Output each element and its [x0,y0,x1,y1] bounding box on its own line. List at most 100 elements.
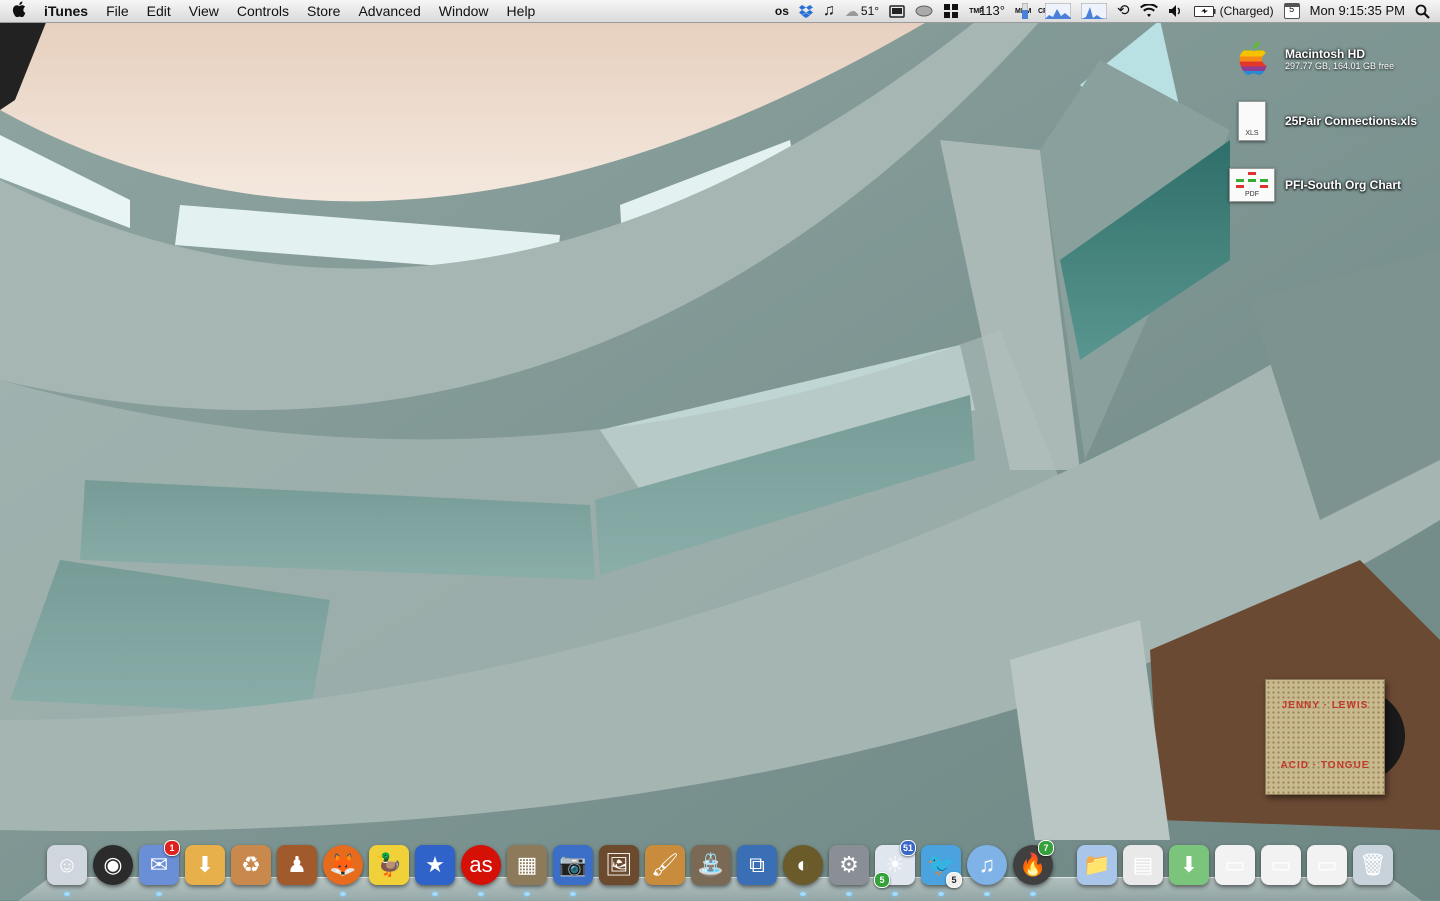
apple-menu-icon[interactable] [0,1,38,21]
menu-help[interactable]: Help [498,0,545,22]
cpu-temp-status[interactable]: TMP 113° [964,0,1010,22]
dock-item-minimized-window-3[interactable]: ▭ [1304,842,1350,888]
cpu-label: CPU [1038,8,1053,15]
dock-item-chess[interactable]: ♟ [274,842,320,888]
volume-icon[interactable] [1163,4,1189,18]
dock-item-image-capture[interactable]: 📷 [550,842,596,896]
dock-item-minimized-window-1[interactable]: ▭ [1212,842,1258,888]
dock-item-dashboard[interactable]: ◉ [90,842,136,888]
dock-item-finder[interactable]: ☺ [44,842,90,896]
dock-item-minimized-window-2[interactable]: ▭ [1258,842,1304,888]
documents-stack-icon: 📁 [1077,845,1117,885]
time-machine-icon[interactable]: ⟲ [1112,0,1135,22]
dock-item-wishing-well[interactable]: ⛲ [688,842,734,888]
dock-item-twitter[interactable]: 🐦 5 [918,842,964,896]
dashboard-icon: ◉ [93,845,133,885]
menu-controls[interactable]: Controls [228,0,298,22]
desktop-icon-25pair-connections[interactable]: XLS 25Pair Connections.xls [1227,96,1417,146]
dock-item-clock[interactable]: ◐ [780,842,826,896]
now-playing-album-art[interactable]: JENNY · LEWIS ACID · TONGUE [1265,679,1385,795]
lastfm-status-icon[interactable]: os [770,0,794,22]
dock-badge: 51 [900,840,916,856]
memory-meter[interactable]: MEM [1010,3,1033,19]
dock-item-iphoto[interactable]: 🖼 [596,842,642,888]
menu-file[interactable]: File [97,0,138,22]
lastfm-icon: as [461,845,501,885]
display-icon[interactable] [884,4,910,18]
dock-item-vmware[interactable]: ⧉ [734,842,780,888]
cpu-temp: 113° [979,3,1005,18]
dock-separator[interactable] [1056,842,1074,888]
dock-item-preview[interactable]: 🖌 [642,842,688,888]
dock-item-org-chart-stack[interactable]: ▤ [1120,842,1166,888]
desktop-icon-pfi-south-org-chart[interactable]: PDF PFI-South Org Chart [1227,160,1401,210]
dock: ☺ ◉ ✉ 1 ⬇ ♻ ♟ 🦊 🦆 ★ as ▦ 📷 🖼 🖌 ⛲ ⧉ ◐ ⚙ ☀ 51 5 🐦 5 ♫ 🔥 7 📁 ▤ ⬇ ▭ ▭ ▭ 🗑 [44,838,1396,896]
desktop-icon-label: PFI-South Org Chart [1285,178,1401,192]
cloud-icon: ☁ [844,3,859,19]
dock-item-documents-stack[interactable]: 📁 [1074,842,1120,888]
dock-item-trash[interactable]: 🗑 [1350,842,1396,888]
network-meter[interactable] [1076,3,1112,19]
dock-item-campfire[interactable]: 🔥 7 [1010,840,1056,896]
cpu-meter[interactable]: CPU [1033,3,1076,19]
dock-item-lastfm[interactable]: as [458,842,504,896]
album-artist-text: JENNY · LEWIS [1281,700,1369,711]
clock[interactable]: Mon 9:15:35 PM [1305,0,1410,22]
istat-grid-icon[interactable] [938,3,964,19]
battery-icon [1193,5,1216,17]
dock-item-downloader[interactable]: ⬇ [182,842,228,888]
dock-item-itunes[interactable]: ♫ [964,842,1010,896]
album-art-pattern [1266,680,1384,794]
menu-edit[interactable]: Edit [138,0,180,22]
dock-badge: 1 [164,840,180,856]
image-capture-icon: 📷 [553,845,593,885]
menu-app-name[interactable]: iTunes [38,0,97,22]
battery-text: (Charged) [1219,4,1274,18]
trash-icon: 🗑 [1353,845,1393,885]
running-indicator [938,892,944,896]
music-note-icon[interactable]: ♫ [818,0,840,22]
menu-advanced[interactable]: Advanced [349,0,429,22]
downloads-stack-icon: ⬇ [1169,845,1209,885]
dock-item-unarchiver[interactable]: ♻ [228,842,274,888]
iphoto-icon: 🖼 [599,845,639,885]
desktop-icon-macintosh-hd[interactable]: Macintosh HD 297.77 GB, 164.01 GB free [1227,34,1394,84]
clock-icon: ◐ [783,845,823,885]
dock-item-colloquy[interactable]: ★ [412,842,458,896]
dock-item-notepad[interactable]: ▦ [504,842,550,896]
chess-icon: ♟ [277,845,317,885]
wifi-icon[interactable] [1135,4,1163,18]
weather-status[interactable]: ☁ 51° [840,0,884,22]
battery-status[interactable]: (Charged) [1189,0,1279,22]
calendar-status[interactable]: 5 [1279,3,1305,19]
running-indicator [340,892,346,896]
dock-item-firefox[interactable]: 🦊 [320,842,366,896]
vmware-icon: ⧉ [737,845,777,885]
dock-item-mail[interactable]: ✉ 1 [136,840,182,896]
dock-secondary-badge: 5 [874,872,890,888]
desktop-icon-sublabel: 297.77 GB, 164.01 GB free [1285,61,1395,71]
running-indicator [800,892,806,896]
dock-item-cyberduck[interactable]: 🦆 [366,842,412,888]
finder-icon: ☺ [47,845,87,885]
disk-status-icon[interactable] [910,5,938,17]
spotlight-icon[interactable] [1410,4,1440,19]
desktop-icon-label: Macintosh HD [1285,47,1366,61]
org-chart-stack-icon: ▤ [1123,845,1163,885]
menu-view[interactable]: View [180,0,228,22]
mem-label: MEM [1015,8,1031,15]
dock-item-system-preferences[interactable]: ⚙ [826,842,872,896]
minimized-window-3-icon: ▭ [1307,845,1347,885]
unarchiver-icon: ♻ [231,845,271,885]
xls-file-icon: XLS [1227,96,1277,146]
menu-window[interactable]: Window [430,0,498,22]
weather-temp: 51° [860,4,880,18]
dock-item-calendar[interactable]: ☀ 51 5 [872,840,918,896]
menu-store[interactable]: Store [298,0,349,22]
running-indicator [570,892,576,896]
dock-item-downloads-stack[interactable]: ⬇ [1166,842,1212,888]
minimized-window-1-icon: ▭ [1215,845,1255,885]
running-indicator [892,892,898,896]
dropbox-status-icon[interactable] [794,4,818,18]
status-menus: os ♫ ☁ 51° TMP 113° MEM CPU [770,0,1440,22]
